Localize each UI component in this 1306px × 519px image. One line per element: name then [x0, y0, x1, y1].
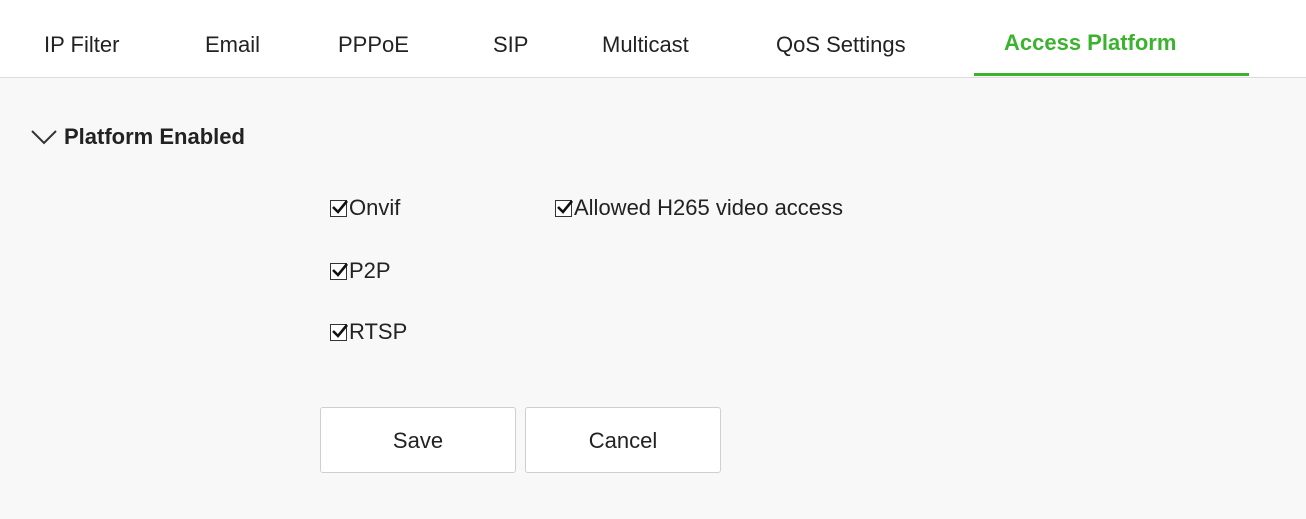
checkbox-row-h265-access[interactable]: Allowed H265 video access: [555, 193, 843, 223]
section-title: Platform Enabled: [64, 124, 245, 149]
checkmark-icon: [332, 262, 349, 277]
tab-email[interactable]: Email: [205, 30, 260, 60]
active-tab-indicator: [974, 73, 1249, 76]
tab-sip[interactable]: SIP: [493, 30, 528, 60]
settings-panel: Platform Enabled Onvif Allowed H265 vide…: [0, 78, 1306, 519]
tab-bar: IP Filter Email PPPoE SIP Multicast QoS …: [0, 0, 1306, 78]
p2p-label: P2P: [349, 258, 391, 283]
checkbox-row-onvif[interactable]: Onvif: [330, 193, 400, 223]
checkmark-icon: [557, 199, 574, 214]
tab-pppoe[interactable]: PPPoE: [338, 30, 409, 60]
chevron-down-icon: [31, 130, 57, 145]
cancel-button[interactable]: Cancel: [525, 407, 721, 473]
tab-ip-filter[interactable]: IP Filter: [44, 30, 119, 60]
p2p-checkbox[interactable]: [330, 262, 349, 280]
checkbox-row-rtsp[interactable]: RTSP: [330, 317, 407, 347]
save-button[interactable]: Save: [320, 407, 516, 473]
checkmark-icon: [332, 323, 349, 338]
onvif-label: Onvif: [349, 195, 401, 220]
rtsp-label: RTSP: [349, 319, 408, 344]
checkmark-icon: [332, 199, 349, 214]
onvif-checkbox[interactable]: [330, 199, 349, 217]
tab-qos-settings[interactable]: QoS Settings: [776, 30, 906, 60]
checkbox-row-p2p[interactable]: P2P: [330, 256, 391, 286]
h265-access-checkbox[interactable]: [555, 199, 574, 217]
rtsp-checkbox[interactable]: [330, 323, 349, 341]
tab-multicast[interactable]: Multicast: [602, 30, 689, 60]
section-toggle-platform-enabled[interactable]: Platform Enabled: [30, 122, 245, 152]
tab-access-platform[interactable]: Access Platform: [1004, 28, 1176, 58]
h265-access-label: Allowed H265 video access: [574, 195, 844, 220]
